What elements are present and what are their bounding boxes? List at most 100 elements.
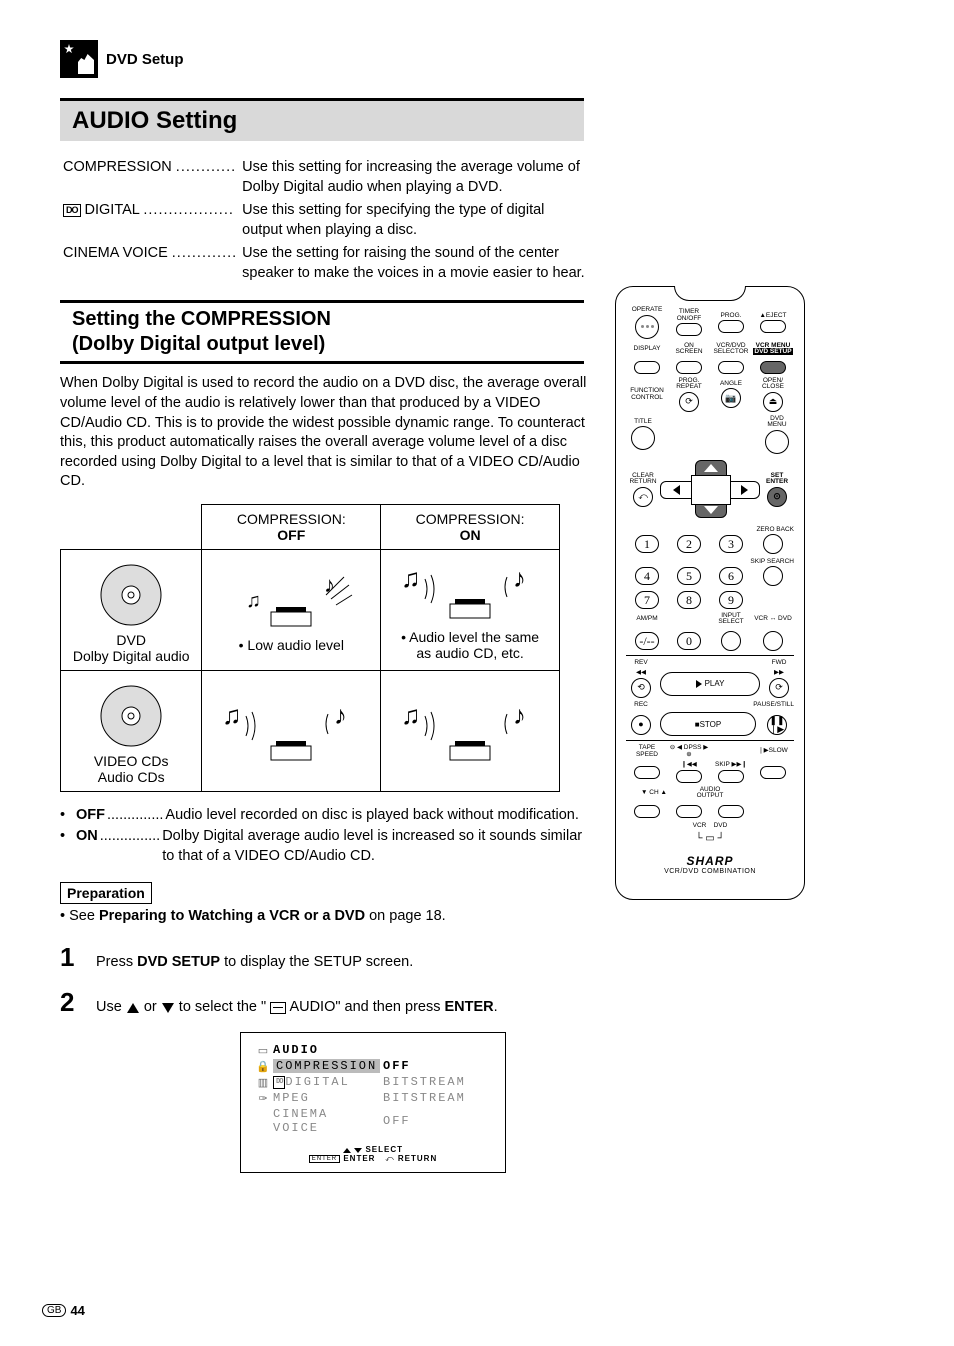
label-pause-still: PAUSE/STILL — [753, 701, 794, 708]
operate-button[interactable] — [635, 315, 659, 339]
clear-return-button[interactable]: ⤺ — [633, 487, 653, 507]
row-head-videocd: VIDEO CDs Audio CDs — [61, 670, 202, 791]
setting-desc-digital: Use this setting for specifying the type… — [241, 200, 588, 241]
num-5-button[interactable]: 5 — [677, 567, 701, 585]
setting-desc-cinema-voice: Use the setting for raising the sound of… — [241, 243, 588, 284]
num-4-button[interactable]: 4 — [635, 567, 659, 585]
num-2-button[interactable]: 2 — [677, 535, 701, 553]
vcr-dvd-toggle-button[interactable] — [763, 631, 783, 651]
stop-button[interactable]: ■ STOP — [660, 712, 756, 736]
svg-text:♫: ♫ — [401, 563, 421, 593]
play-button[interactable]: PLAY — [660, 672, 760, 696]
skip-next-button[interactable] — [718, 770, 744, 783]
audio-menu-icon — [270, 1002, 286, 1014]
disc-icon — [96, 560, 166, 630]
label-rec: REC — [634, 701, 648, 708]
set-enter-button[interactable]: ⊙ — [767, 487, 787, 507]
setting-label-cinema-voice: CINEMA VOICE ............. — [62, 243, 239, 284]
open-close-button[interactable]: ⏏ — [763, 392, 783, 412]
ch-down-button[interactable] — [634, 805, 660, 818]
label-skip-search: SKIP SEARCH — [626, 558, 794, 565]
cell-dvd-off: ♫ ♪ • Low audio level — [202, 549, 381, 670]
num-1-button[interactable]: 1 — [635, 535, 659, 553]
input-select-button[interactable] — [721, 631, 741, 651]
skip-prev-button[interactable] — [676, 770, 702, 783]
osd-row-cinema-voice: CINEMA VOICE — [273, 1107, 383, 1135]
dvd-menu-button[interactable] — [765, 430, 789, 454]
am-pm-button[interactable]: -/-- — [635, 632, 659, 650]
osd-val-mpeg: BITSTREAM — [383, 1091, 493, 1105]
dvd-setup-icon — [60, 40, 98, 78]
low-audio-icon: ♫ ♪ — [226, 567, 356, 637]
num-7-button[interactable]: 7 — [635, 591, 659, 609]
section-header: DVD Setup — [60, 40, 894, 78]
title-button[interactable] — [631, 426, 655, 450]
osd-val-digital: BITSTREAM — [383, 1075, 493, 1089]
dvd-setup-button[interactable] — [760, 361, 786, 374]
dpad — [660, 460, 760, 518]
label-timer: TIMER ON/OFF — [677, 308, 702, 322]
label-function-control: FUNCTION CONTROL — [630, 387, 664, 401]
osd-row-mpeg: MPEG — [273, 1091, 383, 1105]
osd-display-icon: ✑ — [253, 1092, 273, 1105]
label-eject: ▲EJECT — [759, 312, 786, 319]
rev-button[interactable]: ⟲ — [631, 678, 651, 698]
page-title: AUDIO Setting — [60, 98, 584, 141]
num-6-button[interactable]: 6 — [719, 567, 743, 585]
prog-repeat-button[interactable]: ⟳ — [679, 392, 699, 412]
cell-dvd-on: ♫ ♪ • Audio level the same as audio CD, … — [381, 549, 560, 670]
label-vcr-dvd-toggle: VCR ↔ DVD — [754, 615, 792, 622]
tape-speed-button[interactable] — [634, 766, 660, 779]
label-input-select: INPUT SELECT — [718, 612, 743, 626]
label-prog: PROG. — [721, 312, 742, 319]
normal-audio-icon: ♫ ♪ — [395, 691, 545, 771]
normal-audio-icon: ♫ ♪ — [395, 559, 545, 629]
label-display: DISPLAY — [634, 345, 661, 352]
on-screen-button[interactable] — [676, 361, 702, 374]
label-tape-speed: TAPE SPEED — [636, 744, 658, 758]
rec-button[interactable]: ● — [631, 715, 651, 735]
angle-button[interactable]: 📷 — [721, 388, 741, 408]
col-head-off: COMPRESSION:OFF — [202, 504, 381, 549]
prog-button[interactable] — [718, 320, 744, 333]
num-0-button[interactable]: 0 — [677, 632, 701, 650]
remote-control: OPERATE TIMER ON/OFF PROG. ▲EJECT DISPLA… — [615, 286, 805, 900]
fwd-button[interactable]: ⟳ — [769, 678, 789, 698]
label-dvd-setup: DVD SETUP — [753, 348, 792, 355]
num-8-button[interactable]: 8 — [677, 591, 701, 609]
timer-button[interactable] — [676, 323, 702, 336]
comparison-table: COMPRESSION:OFF COMPRESSION:ON DVD Dolby… — [60, 504, 560, 792]
region-badge: GB — [42, 1304, 66, 1317]
audio-output-button[interactable] — [718, 805, 744, 818]
osd-val-compression: OFF — [383, 1059, 493, 1073]
settings-list: COMPRESSION ............ Use this settin… — [60, 155, 590, 286]
dpad-up-button[interactable] — [695, 460, 727, 476]
body-text: When Dolby Digital is used to record the… — [60, 374, 590, 491]
eject-button[interactable] — [760, 320, 786, 333]
normal-audio-icon: ♫ ♪ — [216, 691, 366, 771]
ch-up-button[interactable] — [676, 805, 702, 818]
col-head-on: COMPRESSION:ON — [381, 504, 560, 549]
dpad-left-button[interactable] — [660, 481, 692, 499]
label-operate: OPERATE — [632, 306, 663, 313]
skip-search-button[interactable] — [763, 566, 783, 586]
label-dvd: DVD — [714, 822, 728, 829]
label-ch: CH — [649, 789, 658, 796]
page-footer: GB 44 — [42, 1303, 85, 1318]
dolby-icon: DO — [63, 204, 81, 217]
label-zero-back: ZERO BACK — [626, 526, 794, 533]
vcr-dvd-selector-button[interactable] — [718, 361, 744, 374]
zero-back-button[interactable] — [763, 534, 783, 554]
label-fwd: FWD — [772, 659, 787, 666]
pause-still-button[interactable]: ❚❚ ❘▶ — [767, 715, 787, 735]
dpad-right-button[interactable] — [728, 481, 760, 499]
num-3-button[interactable]: 3 — [719, 535, 743, 553]
label-vcr: VCR — [693, 822, 707, 829]
label-prog-repeat: PROG. REPEAT — [676, 377, 702, 391]
slow-button[interactable] — [760, 766, 786, 779]
up-arrow-icon — [127, 1003, 139, 1013]
step-1: 1 Press DVD SETUP to display the SETUP s… — [60, 942, 590, 973]
display-button[interactable] — [634, 361, 660, 374]
svg-text:♫: ♫ — [222, 700, 242, 730]
num-9-button[interactable]: 9 — [719, 591, 743, 609]
